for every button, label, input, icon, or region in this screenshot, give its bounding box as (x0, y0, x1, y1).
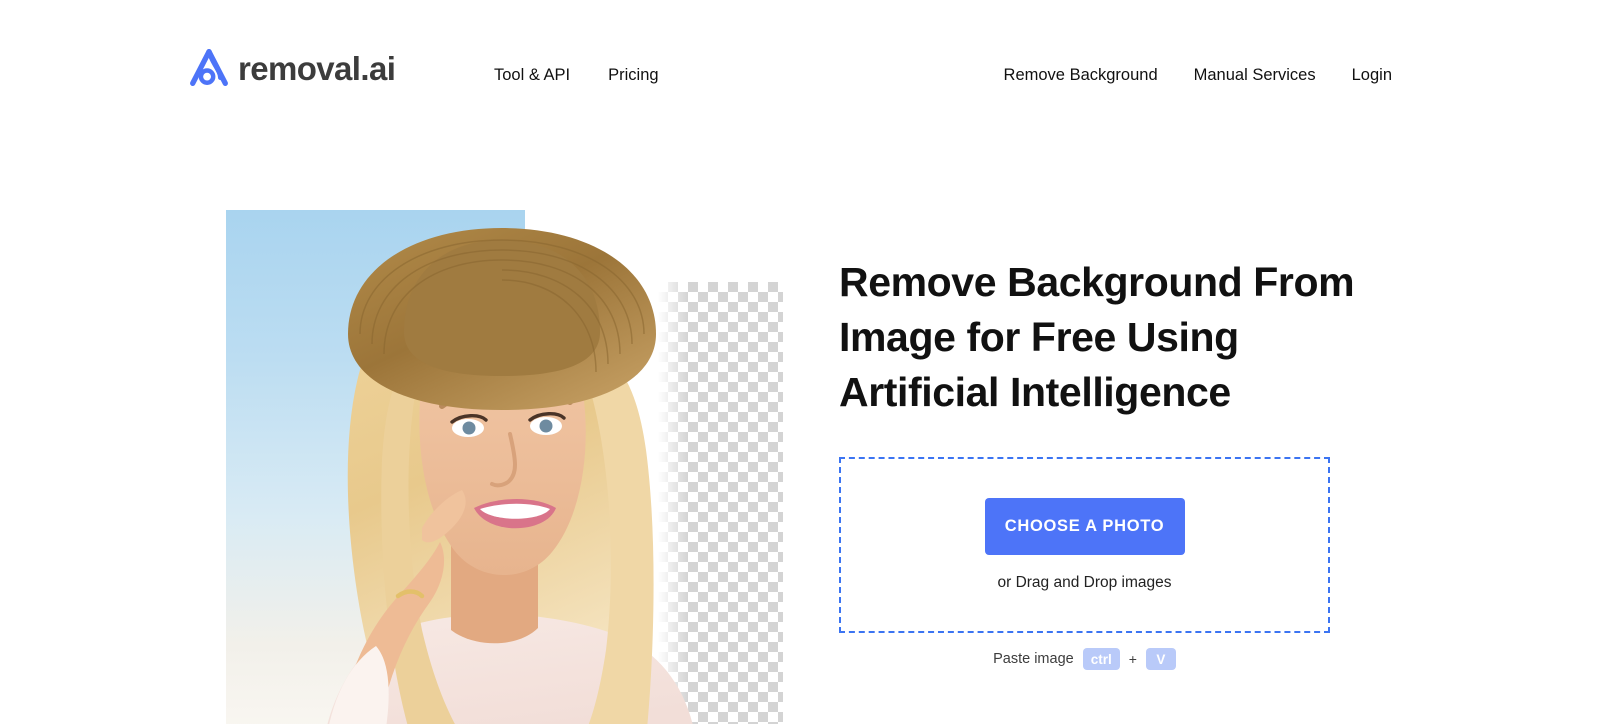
brand-logo-link[interactable]: removal.ai (186, 45, 396, 91)
paste-image-label: Paste image (993, 651, 1074, 667)
removal-ai-logo-icon (186, 45, 232, 91)
primary-navigation: Tool & API Pricing (494, 62, 659, 88)
nav-item-tool-api[interactable]: Tool & API (494, 62, 570, 88)
site-header: removal.ai Tool & API Pricing Remove Bac… (0, 0, 1600, 150)
page-root: removal.ai Tool & API Pricing Remove Bac… (0, 0, 1600, 724)
nav-item-login[interactable]: Login (1352, 62, 1392, 88)
nav-item-pricing[interactable]: Pricing (608, 62, 658, 88)
nav-item-manual-services[interactable]: Manual Services (1194, 62, 1316, 88)
hero-copy-block: Remove Background From Image for Free Us… (839, 255, 1359, 420)
choose-a-photo-button[interactable]: CHOOSE A PHOTO (984, 497, 1185, 555)
key-badge-v: V (1145, 648, 1176, 670)
paste-image-hint: Paste image ctrl + V (839, 648, 1330, 670)
brand-wordmark: removal.ai (238, 49, 396, 87)
key-separator-plus: + (1128, 651, 1137, 667)
hero-before-after-image (226, 210, 783, 724)
subject-portrait-illustration (327, 228, 693, 724)
nav-item-remove-background[interactable]: Remove Background (1004, 62, 1158, 88)
page-title: Remove Background From Image for Free Us… (839, 259, 1355, 415)
key-badge-ctrl: ctrl (1082, 648, 1120, 670)
secondary-navigation: Remove Background Manual Services Login (1004, 62, 1392, 88)
upload-dropzone[interactable]: CHOOSE A PHOTO or Drag and Drop images (839, 457, 1330, 633)
drag-and-drop-hint: or Drag and Drop images (997, 573, 1172, 591)
